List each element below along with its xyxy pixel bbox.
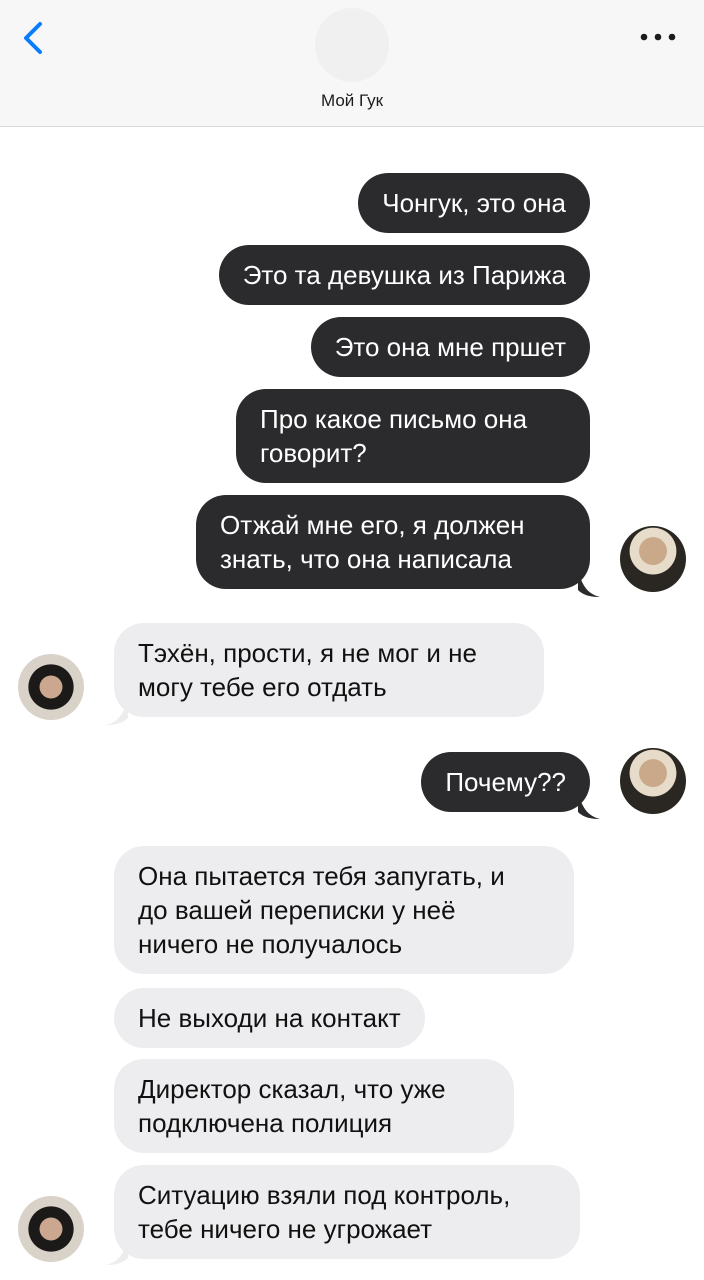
message-bubble[interactable]: Это та девушка из Парижа [218, 245, 590, 305]
bubble-tail [106, 1238, 128, 1265]
bubble-tail [106, 698, 128, 725]
message-bubble[interactable]: Директор сказал, что уже подключена поли… [114, 1059, 514, 1153]
contact-message-avatar[interactable] [18, 1196, 84, 1262]
message-bubble[interactable]: Про какое письмо она говорит? [236, 389, 590, 483]
more-horizontal-icon[interactable] [638, 28, 678, 46]
bubble-tail [578, 570, 600, 597]
chevron-left-icon[interactable] [20, 20, 48, 56]
sender-avatar[interactable] [620, 526, 686, 592]
message-bubble[interactable]: Не выходи на контакт [114, 988, 425, 1048]
message-bubble[interactable]: Она пытается тебя запугать, и до вашей п… [114, 846, 574, 974]
contact-name[interactable]: Мой Гук [0, 91, 704, 111]
message-bubble[interactable]: Тэхён, прости, я не мог и не могу тебе е… [114, 623, 544, 717]
message-bubble[interactable]: Почему?? [421, 752, 590, 812]
message-bubble[interactable]: Ситуацию взяли под контроль, тебе ничего… [114, 1165, 580, 1259]
message-bubble[interactable]: Отжай мне его, я должен знать, что она н… [196, 495, 590, 589]
bubble-tail [578, 792, 600, 819]
contact-avatar[interactable] [315, 8, 389, 82]
message-bubble[interactable]: Это она мне пршет [310, 317, 590, 377]
contact-message-avatar[interactable] [18, 654, 84, 720]
chat-header: Мой Гук [0, 0, 704, 127]
message-bubble[interactable]: Чонгук, это она [358, 173, 590, 233]
sender-avatar[interactable] [620, 748, 686, 814]
